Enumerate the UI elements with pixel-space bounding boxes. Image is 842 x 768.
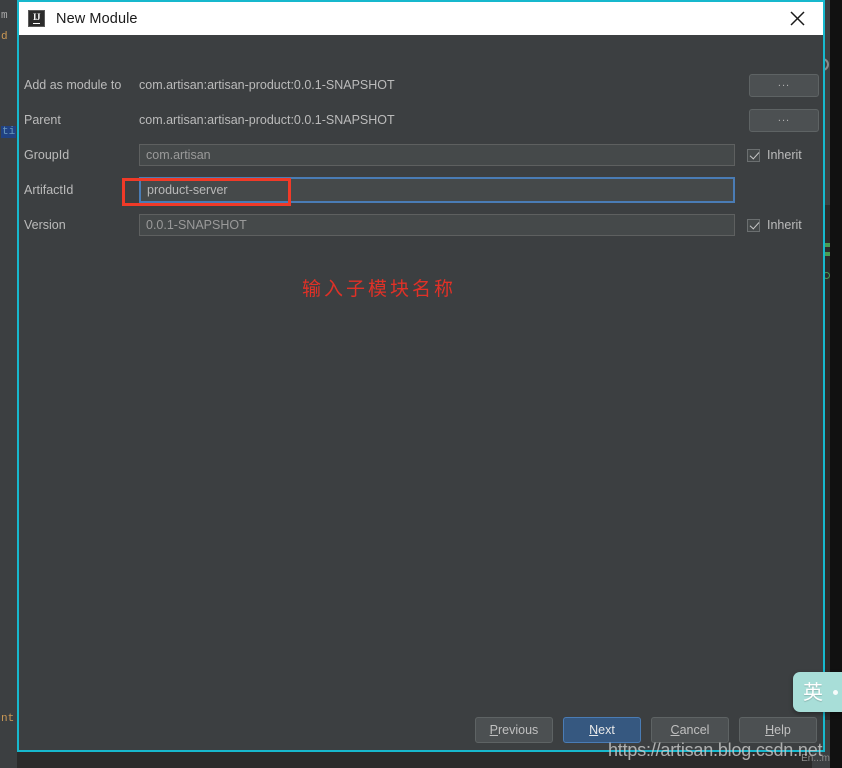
label-add-as-module-to: Add as module to: [24, 78, 122, 92]
inherit-checkbox-groupid[interactable]: Inherit: [747, 148, 802, 162]
checkbox-icon[interactable]: [747, 218, 760, 232]
intellij-idea-icon: IJ: [28, 10, 45, 27]
new-module-dialog: IJ New Module Add as module to com.artis…: [17, 0, 842, 752]
background-gutter-text: d: [1, 31, 8, 43]
value-parent: com.artisan:artisan-product:0.0.1-SNAPSH…: [139, 113, 395, 127]
label-parent: Parent: [24, 113, 61, 127]
background-gutter-text: m: [1, 10, 8, 22]
close-icon[interactable]: [779, 2, 815, 35]
ime-language-character: 英: [803, 680, 823, 704]
background-gutter-text: nt: [1, 713, 15, 725]
button-mnemonic: N: [589, 723, 599, 737]
browse-button-label: ...: [777, 112, 791, 124]
button-mnemonic: P: [489, 723, 499, 737]
inherit-label: Inherit: [767, 148, 802, 162]
ide-left-gutter: m d ti nt: [0, 0, 17, 768]
groupid-input[interactable]: [139, 144, 735, 166]
dialog-body: Add as module to com.artisan:artisan-pro…: [19, 35, 842, 750]
artifactid-input[interactable]: [139, 177, 735, 203]
button-label-rest: revious: [498, 723, 539, 737]
version-input[interactable]: [139, 214, 735, 236]
inherit-label: Inherit: [767, 218, 802, 232]
background-gutter-text: ti: [1, 126, 17, 138]
ide-right-strip: [830, 0, 842, 768]
value-add-as-module-to: com.artisan:artisan-product:0.0.1-SNAPSH…: [139, 78, 395, 92]
button-label-rest: elp: [774, 723, 791, 737]
button-mnemonic: H: [765, 723, 775, 737]
checkbox-icon[interactable]: [747, 148, 760, 162]
watermark-url: https://artisan.blog.csdn.net: [608, 740, 823, 760]
button-label-rest: ancel: [679, 723, 710, 737]
ime-dot-icon: [833, 689, 838, 695]
previous-button[interactable]: Previous: [475, 717, 553, 743]
form-row-groupid: GroupId Inherit: [19, 144, 823, 166]
form-row-version: Version Inherit: [19, 214, 823, 236]
browse-button-parent[interactable]: ...: [749, 108, 819, 132]
label-groupid: GroupId: [24, 148, 70, 162]
label-artifactid: ArtifactId: [24, 183, 74, 197]
inherit-checkbox-version[interactable]: Inherit: [747, 218, 802, 232]
button-mnemonic: C: [670, 723, 680, 737]
form-row-parent: Parent com.artisan:artisan-product:0.0.1…: [19, 108, 823, 132]
ime-language-widget[interactable]: 英: [793, 672, 842, 712]
button-label-rest: ext: [598, 723, 615, 737]
browse-button-add-as-module-to[interactable]: ...: [749, 73, 819, 97]
dialog-title: New Module: [56, 10, 138, 27]
label-version: Version: [24, 218, 66, 232]
dialog-titlebar: IJ New Module: [19, 2, 823, 35]
browse-button-label: ...: [777, 77, 791, 89]
form-row-artifactid: ArtifactId: [19, 177, 823, 203]
form-row-add-as-module-to: Add as module to com.artisan:artisan-pro…: [19, 73, 823, 97]
annotation-caption: 输入子模块名称: [302, 278, 457, 300]
